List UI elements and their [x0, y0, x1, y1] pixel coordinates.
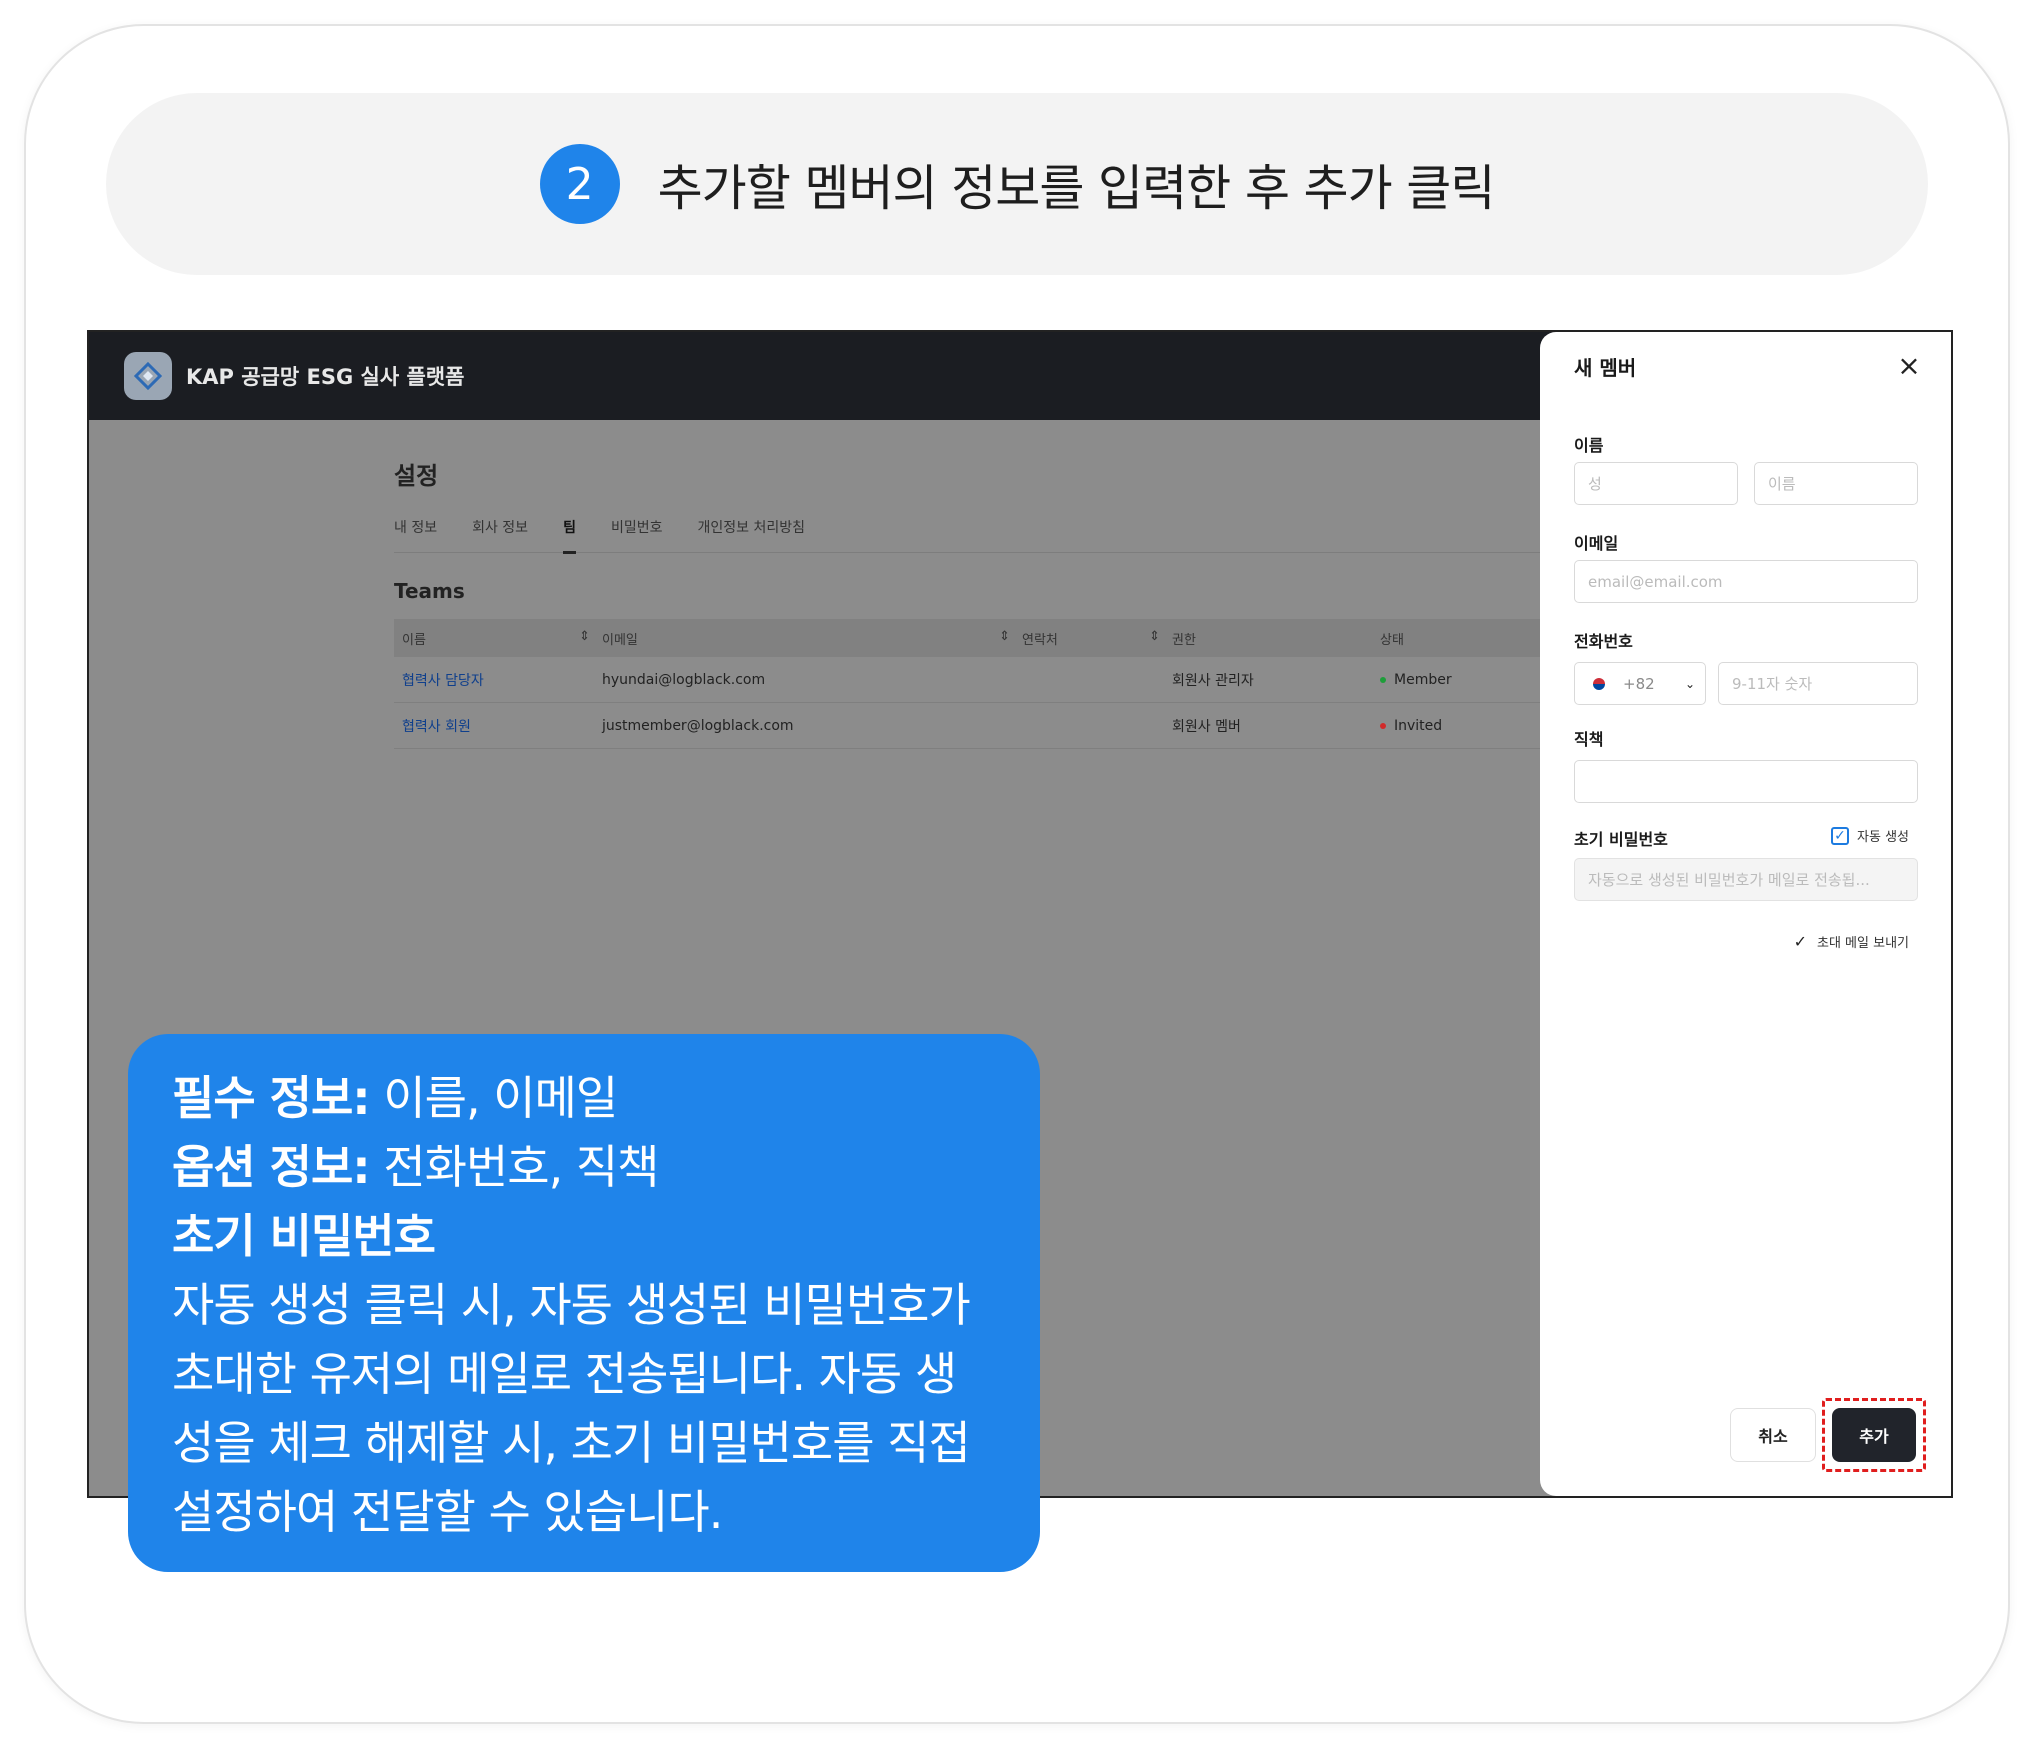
send-invite-row[interactable]: ✓ 초대 메일 보내기 [1794, 932, 1909, 951]
step-title: 추가할 멤버의 정보를 입력한 후 추가 클릭 [657, 159, 1496, 217]
panel-title: 새 멤버 [1574, 356, 1637, 380]
required-label: 필수 정보: [172, 1071, 371, 1125]
member-name-link[interactable]: 협력사 회원 [402, 716, 471, 736]
sort-icon[interactable]: ⇕ [999, 629, 1010, 648]
password-desc-line: 자동 생성 클릭 시, 자동 생성된 비밀번호가 [172, 1278, 971, 1332]
tab-privacy-policy[interactable]: 개인정보 처리방침 [698, 517, 806, 553]
optional-label: 옵션 정보: [172, 1140, 371, 1194]
last-name-field[interactable]: 성 [1574, 462, 1738, 505]
member-status: Member [1394, 671, 1452, 688]
step-header: 2 추가할 멤버의 정보를 입력한 후 추가 클릭 [106, 93, 1928, 275]
status-dot-icon [1380, 676, 1386, 683]
optional-info-line: 옵션 정보: 전화번호, 직책 [172, 1133, 996, 1202]
tab-my-info[interactable]: 내 정보 [394, 517, 437, 553]
password-desc-line: 설정하여 전달할 수 있습니다. [172, 1485, 723, 1539]
email-field[interactable]: email@email.com [1574, 560, 1918, 603]
member-email: justmember@logblack.com [602, 717, 794, 734]
column-header-phone[interactable]: 연락처 [1022, 629, 1058, 648]
member-email: hyundai@logblack.com [602, 671, 766, 688]
tab-password[interactable]: 비밀번호 [611, 517, 663, 553]
table-row[interactable]: 협력사 회원 justmember@logblack.com 회원사 멤버 In… [394, 703, 1634, 749]
required-info-line: 필수 정보: 이름, 이메일 [172, 1064, 996, 1133]
member-name-link[interactable]: 협력사 담당자 [402, 670, 484, 690]
member-status: Invited [1394, 717, 1443, 734]
step-number-badge: 2 [539, 144, 620, 224]
chevron-down-icon: ⌄ [1684, 676, 1695, 691]
info-callout: 필수 정보: 이름, 이메일 옵션 정보: 전화번호, 직책 초기 비밀번호 자… [128, 1034, 1040, 1572]
column-header-email[interactable]: 이메일 [602, 629, 638, 648]
korea-flag-icon [1585, 673, 1613, 694]
tab-team[interactable]: 팀 [563, 517, 576, 554]
table-row[interactable]: 협력사 담당자 hyundai@logblack.com 회원사 관리자 Mem… [394, 657, 1634, 703]
column-header-role: 권한 [1172, 632, 1196, 648]
member-role: 회원사 멤버 [1172, 718, 1241, 735]
new-member-panel: 새 멤버 × 이름 성 이름 이메일 email@email.com 전화번호 … [1540, 332, 1951, 1496]
member-role: 회원사 관리자 [1172, 672, 1254, 689]
cancel-button[interactable]: 취소 [1730, 1408, 1816, 1462]
initial-password-field: 자동으로 생성된 비밀번호가 메일로 전송됩... [1574, 858, 1918, 901]
required-text: 이름, 이메일 [369, 1071, 618, 1125]
initial-password-label: 초기 비밀번호 [1574, 830, 1668, 849]
column-header-status: 상태 [1380, 632, 1404, 648]
phone-field[interactable]: 9-11자 숫자 [1718, 662, 1918, 705]
app-title: KAP 공급망 ESG 실사 플랫폼 [186, 365, 465, 389]
password-heading: 초기 비밀번호 [172, 1209, 436, 1263]
auto-generate-checkbox-row[interactable]: ✓ 자동 생성 [1831, 826, 1909, 845]
auto-generate-checkbox[interactable]: ✓ [1831, 826, 1850, 845]
position-label: 직책 [1574, 730, 1604, 749]
teams-section-title: Teams [394, 579, 465, 603]
page-title: 설정 [394, 462, 439, 490]
name-label: 이름 [1574, 436, 1604, 455]
phone-label: 전화번호 [1574, 632, 1633, 651]
position-field[interactable] [1574, 760, 1918, 803]
tab-company-info[interactable]: 회사 정보 [472, 517, 528, 553]
sort-icon[interactable]: ⇕ [579, 629, 590, 648]
status-dot-icon [1380, 722, 1386, 729]
email-label: 이메일 [1574, 534, 1619, 553]
check-icon[interactable]: ✓ [1794, 932, 1807, 951]
add-button-highlight [1822, 1398, 1926, 1472]
column-header-name[interactable]: 이름 [402, 629, 426, 648]
settings-tabs: 내 정보 회사 정보 팀 비밀번호 개인정보 처리방침 [394, 517, 1594, 554]
teams-table: 이름 ⇕ 이메일 ⇕ 연락처 ⇕ 권한 상태 협력사 담당자 hyundai@logb… [394, 619, 1634, 749]
optional-text: 전화번호, 직책 [369, 1140, 659, 1194]
app-logo-icon[interactable] [124, 352, 172, 400]
sort-icon[interactable]: ⇕ [1149, 629, 1160, 648]
table-header-row: 이름 ⇕ 이메일 ⇕ 연락처 ⇕ 권한 상태 [394, 619, 1634, 657]
password-desc-line: 성을 체크 해제할 시, 초기 비밀번호를 직접 [172, 1416, 971, 1470]
auto-generate-label: 자동 생성 [1857, 830, 1909, 845]
country-code-value: +82 [1623, 674, 1655, 693]
country-code-select[interactable]: +82 ⌄ [1574, 662, 1706, 705]
close-icon[interactable]: × [1895, 352, 1923, 380]
send-invite-label: 초대 메일 보내기 [1817, 936, 1909, 951]
first-name-field[interactable]: 이름 [1754, 462, 1918, 505]
password-desc-line: 초대한 유저의 메일로 전송됩니다. 자동 생 [172, 1347, 957, 1401]
